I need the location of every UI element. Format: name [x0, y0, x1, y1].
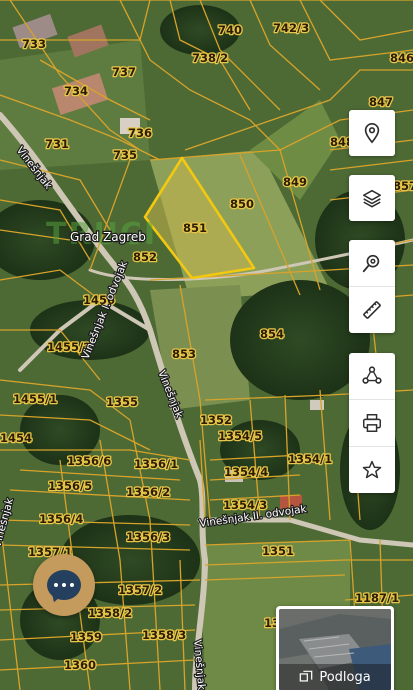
place-label: Grad Zagreb — [70, 230, 146, 244]
parcel-label: 853 — [172, 347, 196, 361]
parcel-label: 846 — [390, 51, 413, 65]
ruler-button[interactable] — [349, 287, 395, 333]
parcel-label: 1356/1 — [134, 457, 178, 471]
basemap-switcher[interactable]: Podloga — [276, 606, 394, 690]
layers-icon — [362, 189, 382, 208]
parcel-label: 849 — [283, 175, 307, 189]
parcel-label: 857 — [393, 179, 413, 193]
parcel-label: 1359 — [70, 630, 102, 644]
parcel-label: 1354/5 — [218, 429, 262, 443]
favorite-button[interactable] — [349, 447, 395, 493]
parcel-label: 742/3 — [273, 21, 309, 35]
ruler-icon — [363, 301, 381, 319]
parcel-label: 1356/5 — [48, 479, 92, 493]
parcel-label: 733 — [22, 37, 46, 51]
search-location-icon — [362, 254, 380, 273]
parcel-label: 735 — [113, 148, 137, 162]
parcel-label: 1355 — [106, 395, 138, 409]
basemap-label: Podloga — [319, 669, 371, 685]
parcel-label: 731 — [45, 137, 69, 151]
parcel-label: 1187/1 — [355, 591, 399, 605]
star-icon — [362, 460, 382, 479]
toolbar-group-actions — [349, 353, 395, 493]
parcel-label: 736 — [128, 126, 152, 140]
parcel-label: 1360 — [64, 658, 96, 672]
parcel-label: 1356/2 — [126, 485, 170, 499]
parcel-label: 1455/1 — [13, 392, 57, 406]
search-location-button[interactable] — [349, 240, 395, 287]
toolbar-group-location — [349, 110, 395, 156]
parcel-label: 1351 — [262, 544, 294, 558]
parcel-label: 1356/3 — [126, 530, 170, 544]
parcel-label: 1356/4 — [39, 512, 83, 526]
print-button[interactable] — [349, 400, 395, 447]
parcel-label: 737 — [112, 65, 136, 79]
basemap-caption: Podloga — [279, 664, 391, 690]
parcel-label: 847 — [369, 95, 393, 109]
parcel-label: 1358/2 — [88, 606, 132, 620]
print-icon — [363, 414, 381, 432]
parcel-label: 740 — [218, 23, 242, 37]
parcel-label: 1454 — [0, 431, 32, 445]
parcel-label: 734 — [64, 84, 88, 98]
parcel-label: 850 — [230, 197, 254, 211]
parcel-label: 1354/1 — [288, 452, 332, 466]
toolbar-group-tools — [349, 240, 395, 333]
toolbar-group-layers — [349, 175, 395, 221]
basemap-swap-icon — [300, 670, 313, 682]
chat-dot — [54, 583, 58, 587]
parcel-label: 1354/4 — [224, 465, 268, 479]
parcel-label: 1357/2 — [118, 583, 162, 597]
parcel-label: 1352 — [200, 413, 232, 427]
parcel-label: 851 — [183, 221, 207, 235]
parcel-label: 1356/6 — [67, 454, 111, 468]
share-button[interactable] — [349, 353, 395, 400]
parcel-label: 738/2 — [192, 51, 228, 65]
share-icon — [362, 366, 382, 384]
parcel-label: 854 — [260, 327, 284, 341]
chat-dot — [70, 583, 74, 587]
chat-bubble-icon — [47, 570, 81, 600]
location-pin-icon — [364, 123, 380, 144]
parcel-label: 852 — [133, 250, 157, 264]
location-pin-button[interactable] — [349, 110, 395, 156]
parcel-label: 1358/3 — [142, 628, 186, 642]
chat-button[interactable] — [33, 554, 95, 616]
layers-button[interactable] — [349, 175, 395, 221]
chat-dot — [62, 583, 66, 587]
